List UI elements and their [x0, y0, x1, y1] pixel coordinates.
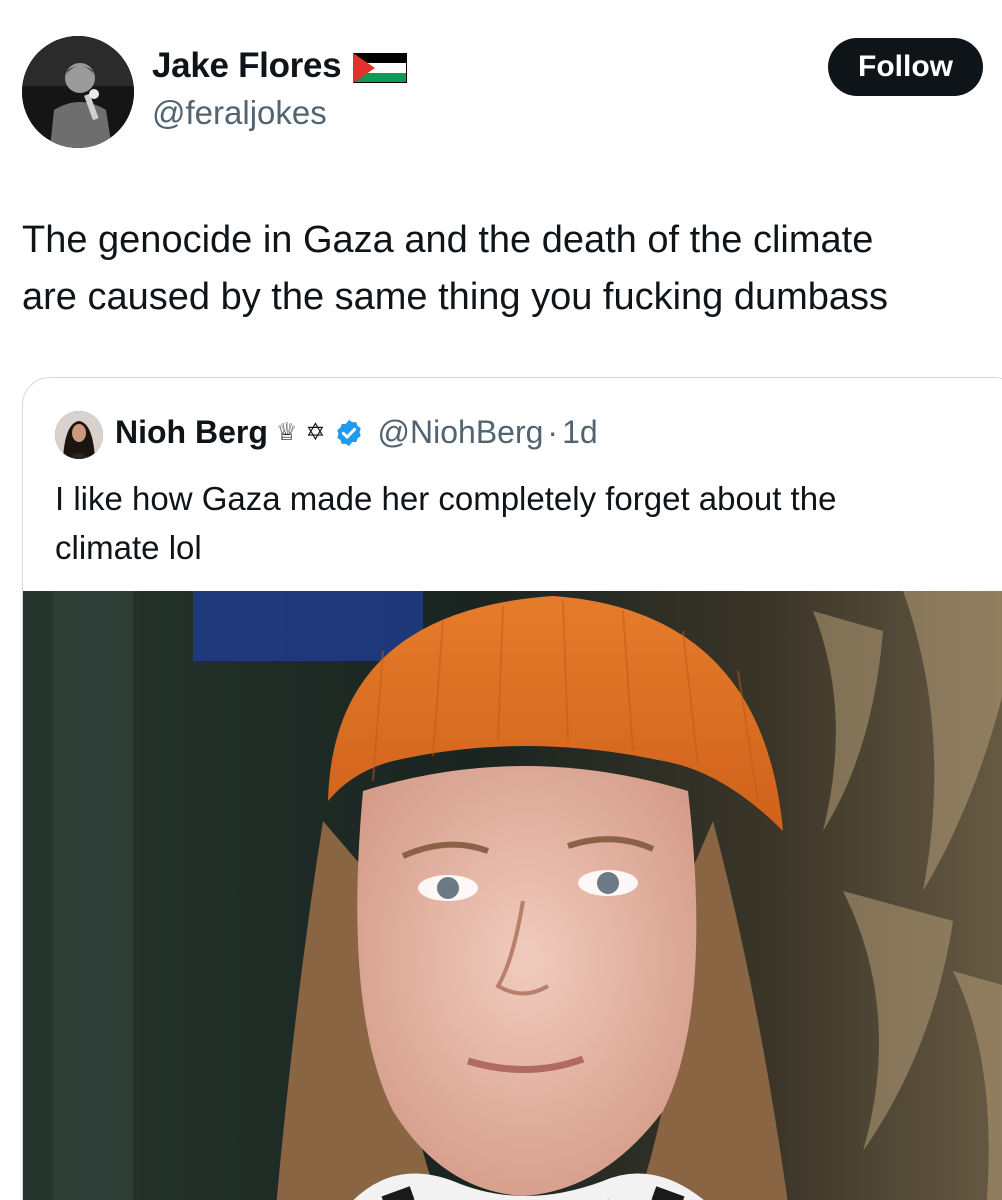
quoted-timestamp[interactable]: 1d: [562, 414, 598, 451]
author-avatar[interactable]: [22, 36, 134, 148]
quoted-header: Nioh Berg ♕ ✡ @NiohBerg · 1d: [115, 414, 598, 451]
tweet-text-line: are caused by the same thing you fucking…: [22, 276, 889, 318]
quoted-text-line: I like how Gaza made her completely forg…: [55, 480, 837, 517]
tweet-screenshot: Jake Flores @feraljokes Follow The genoc…: [0, 0, 1002, 1200]
follow-button[interactable]: Follow: [828, 38, 983, 96]
crown-icon: ♕: [275, 419, 298, 446]
quoted-author-avatar[interactable]: [55, 411, 103, 459]
quoted-text-line: climate lol: [55, 529, 202, 566]
quoted-media-image[interactable]: [23, 591, 1002, 1200]
tweet-text: The genocide in Gaza and the death of th…: [22, 212, 997, 326]
verified-badge-icon: [336, 419, 361, 446]
separator-dot: ·: [547, 414, 559, 450]
avatar-photo: [22, 36, 134, 148]
tweet-text-line: The genocide in Gaza and the death of th…: [22, 219, 874, 261]
quoted-author-name[interactable]: Nioh Berg: [115, 414, 268, 451]
author-handle[interactable]: @feraljokes: [152, 94, 327, 132]
author-name-row: Jake Flores: [152, 46, 408, 86]
palestine-flag-icon: [353, 53, 408, 83]
quoted-text: I like how Gaza made her completely forg…: [55, 474, 995, 572]
star-of-david-icon: ✡: [305, 419, 326, 446]
quoted-avatar-photo: [55, 411, 103, 459]
quoted-author-handle[interactable]: @NiohBerg: [378, 414, 544, 451]
quoted-tweet[interactable]: Nioh Berg ♕ ✡ @NiohBerg · 1d I like how …: [22, 377, 1002, 1200]
person-photo: [23, 591, 1002, 1200]
author-name[interactable]: Jake Flores: [152, 46, 342, 86]
